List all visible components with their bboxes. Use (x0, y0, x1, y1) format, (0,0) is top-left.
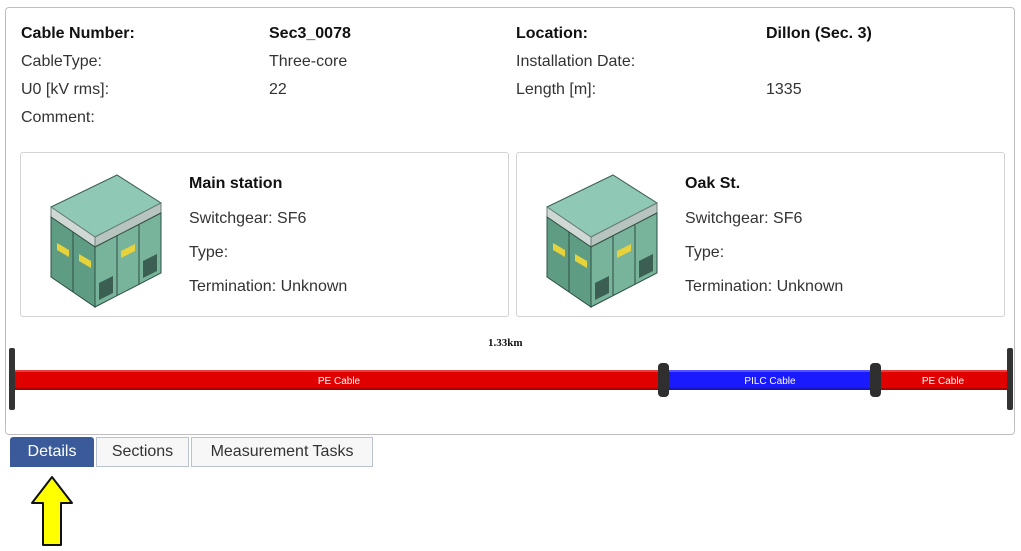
cable-type-label: CableType: (21, 53, 102, 70)
cable-segment-pilc[interactable]: PILC Cable (664, 370, 876, 390)
substation-icon (546, 174, 659, 308)
cable-joint[interactable] (658, 363, 669, 397)
cable-joint[interactable] (870, 363, 881, 397)
up-arrow-icon (31, 476, 73, 546)
tab-sections[interactable]: Sections (96, 437, 189, 467)
station-name: Main station (189, 175, 283, 192)
station-type: Type: (685, 244, 725, 261)
cable-number-value: Sec3_0078 (269, 25, 351, 42)
tab-details[interactable]: Details (10, 437, 94, 467)
u0-label: U0 [kV rms]: (21, 81, 110, 98)
tab-measurement-tasks[interactable]: Measurement Tasks (191, 437, 373, 467)
station-switchgear: Switchgear: SF6 (685, 210, 803, 227)
cable-number-label: Cable Number: (21, 25, 135, 42)
station-termination: Termination: Unknown (189, 278, 348, 295)
cable-end-endcap (1007, 348, 1013, 410)
length-label: Length [m]: (516, 81, 597, 98)
cable-segment-pe-1[interactable]: PE Cable (14, 370, 664, 390)
substation-icon (50, 174, 163, 308)
station-card-start: Main station Switchgear: SF6 Type: Termi… (20, 152, 509, 317)
location-value: Dillon (Sec. 3) (766, 25, 872, 42)
u0-value: 22 (269, 81, 287, 98)
total-length-label: 1.33km (488, 337, 523, 349)
station-type: Type: (189, 244, 229, 261)
station-termination: Termination: Unknown (685, 278, 844, 295)
comment-label: Comment: (21, 109, 95, 126)
cable-type-value: Three-core (269, 53, 348, 70)
cable-start-endcap (9, 348, 15, 410)
cable-segment-pe-2[interactable]: PE Cable (876, 370, 1010, 390)
station-switchgear: Switchgear: SF6 (189, 210, 307, 227)
length-value: 1335 (766, 81, 802, 98)
station-name: Oak St. (685, 175, 741, 192)
installation-date-label: Installation Date: (516, 53, 636, 70)
station-card-end: Oak St. Switchgear: SF6 Type: Terminatio… (516, 152, 1005, 317)
location-label: Location: (516, 25, 588, 42)
